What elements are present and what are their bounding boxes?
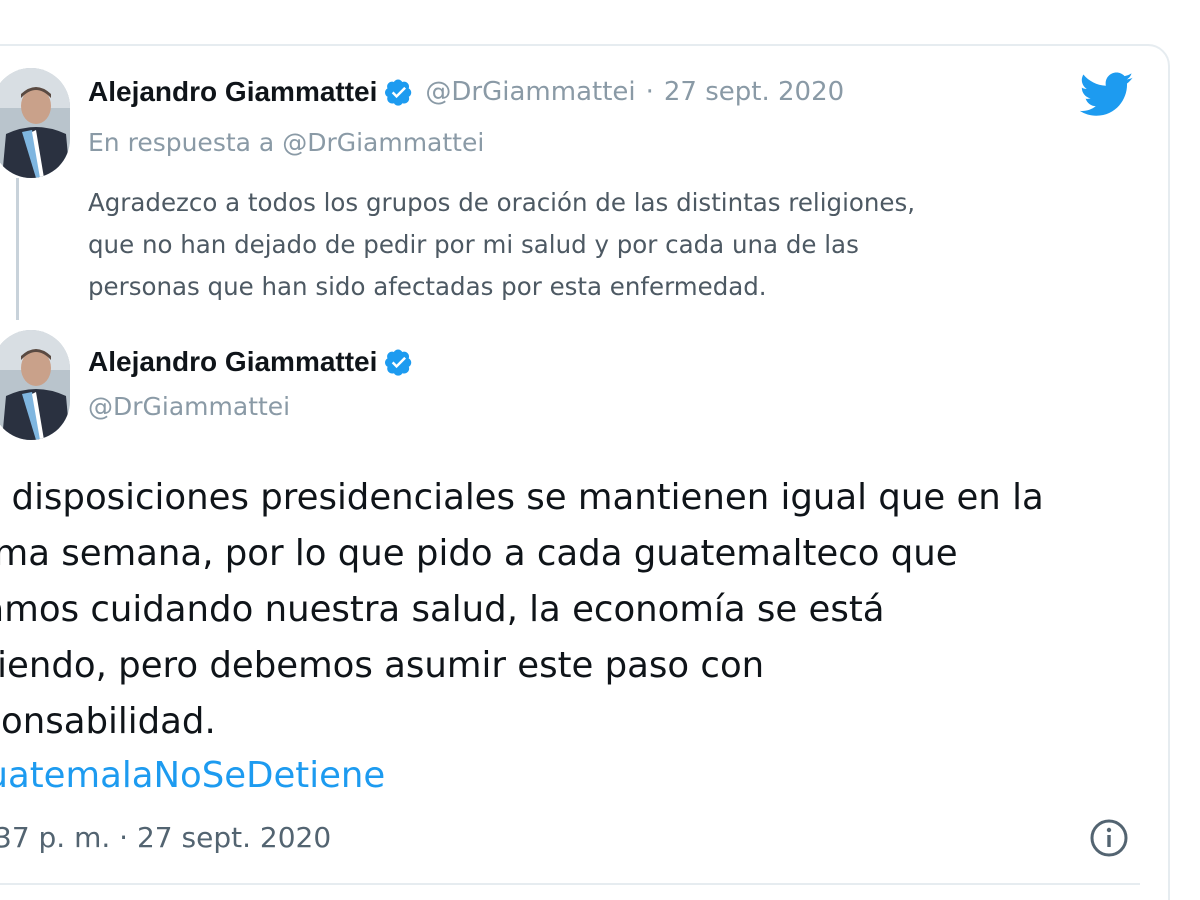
hashtag-link[interactable]: GuatemalaNoSeDetiene bbox=[0, 752, 385, 800]
author-name[interactable]: Alejandro Giammattei bbox=[88, 346, 377, 378]
author-name[interactable]: Alejandro Giammattei bbox=[88, 76, 377, 108]
twitter-bird-icon[interactable] bbox=[1080, 72, 1134, 118]
quoted-tweet-text: Agradezco a todos los grupos de oración … bbox=[88, 182, 1098, 308]
tweet-date[interactable]: 27 sept. 2020 bbox=[664, 77, 844, 107]
main-tweet-header: Alejandro Giammattei bbox=[88, 346, 413, 378]
quoted-text-line: Agradezco a todos los grupos de oración … bbox=[88, 188, 916, 217]
quoted-text-line: personas que han sido afectadas por esta… bbox=[88, 272, 767, 301]
tweet-screenshot: Alejandro Giammattei @DrGiammattei · 27 … bbox=[0, 0, 1200, 900]
avatar[interactable] bbox=[0, 330, 70, 440]
main-tweet-text: as disposiciones presidenciales se manti… bbox=[0, 470, 1160, 750]
verified-badge-icon bbox=[385, 79, 412, 106]
tweet-text-line: sponsabilidad. bbox=[0, 701, 216, 742]
tweet-text-line: briendo, pero debemos asumir este paso c… bbox=[0, 645, 765, 686]
tweet-text-line: gamos cuidando nuestra salud, la economí… bbox=[0, 589, 885, 630]
tweet-text-line: ltima semana, por lo que pido a cada gua… bbox=[0, 533, 958, 574]
reply-mention[interactable]: @DrGiammattei bbox=[282, 128, 484, 157]
verified-badge-icon bbox=[385, 349, 412, 376]
quoted-text-line: que no han dejado de pedir por mi salud … bbox=[88, 230, 859, 259]
thread-connector-line bbox=[16, 178, 19, 320]
quoted-tweet-header: Alejandro Giammattei @DrGiammattei · 27 … bbox=[88, 76, 844, 108]
reply-prefix: En respuesta a bbox=[88, 128, 275, 157]
tweet-text-line: as disposiciones presidenciales se manti… bbox=[0, 477, 1044, 518]
author-handle[interactable]: @DrGiammattei bbox=[88, 392, 290, 421]
avatar[interactable] bbox=[0, 68, 70, 178]
info-icon[interactable] bbox=[1089, 818, 1129, 858]
reply-context: En respuesta a @DrGiammattei bbox=[88, 128, 484, 157]
tweet-timestamp[interactable]: 37 p. m. · 27 sept. 2020 bbox=[0, 818, 331, 858]
author-handle[interactable]: @DrGiammattei bbox=[425, 77, 635, 107]
divider bbox=[0, 883, 1140, 885]
separator-dot: · bbox=[645, 77, 654, 107]
